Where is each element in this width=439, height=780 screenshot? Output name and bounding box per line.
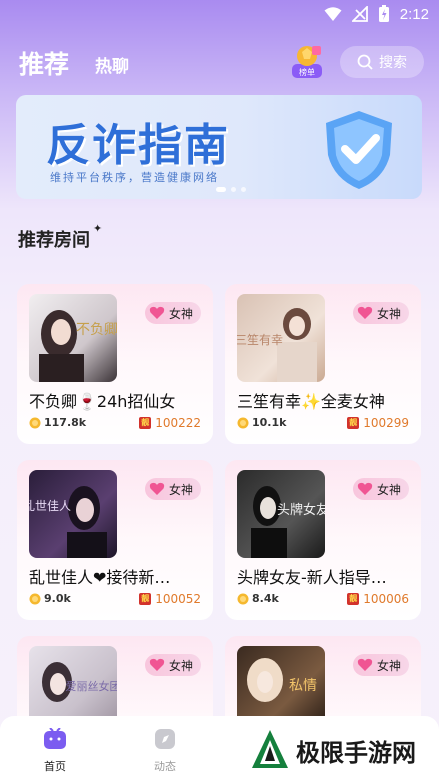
watermark-text: 极限手游网	[296, 737, 416, 767]
status-time: 2:12	[399, 5, 429, 23]
goddess-badge: 女神	[144, 654, 201, 676]
anti-fraud-banner[interactable]: 反诈指南 维持平台秩序，营造健康网络	[16, 95, 422, 199]
room-name: 头牌女友-新人指导…	[237, 568, 387, 587]
rank-badge-label: 榜单	[299, 67, 315, 77]
room-cover-image: 不负卿	[39, 310, 117, 382]
room-name: 不负卿🍷24h招仙女	[29, 392, 176, 411]
sparkle-icon: ✦	[93, 222, 103, 235]
room-heat: 117.8k	[29, 416, 86, 429]
tab-hot-chat[interactable]: 热聊	[95, 52, 129, 77]
room-cover: 头牌女友	[237, 470, 325, 558]
goddess-badge: 女神	[352, 302, 409, 324]
watermark-logo-icon	[252, 730, 288, 768]
room-card[interactable]: 三笙有幸 女神 三笙有幸✨全麦女神 10.1k 靓 100299	[225, 284, 421, 444]
heart-badge-icon	[149, 482, 165, 495]
svg-text:头牌女友: 头牌女友	[277, 502, 325, 518]
trophy-icon: 榜单	[292, 46, 322, 78]
watermark: 极限手游网	[250, 728, 416, 772]
room-cover-image: 三笙有幸	[237, 308, 317, 382]
home-tv-icon	[44, 727, 66, 749]
room-id: 靓 100299	[347, 416, 409, 430]
rank-list-button[interactable]: 榜单	[290, 44, 324, 80]
room-cover-image: 乱世佳人	[29, 486, 107, 558]
svg-text:乱世佳人: 乱世佳人	[29, 499, 71, 513]
wifi-icon	[324, 7, 342, 21]
banner-subtitle: 维持平台秩序，营造健康网络	[50, 171, 219, 184]
room-id: 靓 100052	[139, 592, 201, 606]
pretty-id-icon: 靓	[139, 593, 152, 605]
page-dot	[241, 187, 246, 192]
search-button[interactable]: 搜索	[340, 46, 424, 78]
shield-check-icon	[326, 111, 392, 189]
coin-icon	[29, 593, 41, 604]
room-name: 乱世佳人❤接待新…	[29, 568, 171, 587]
heart-badge-icon	[357, 658, 373, 671]
heart-badge-icon	[357, 306, 373, 319]
compass-icon	[155, 729, 175, 749]
room-cover: 不负卿	[29, 294, 117, 382]
heart-badge-icon	[357, 482, 373, 495]
room-card[interactable]: 不负卿 女神 不负卿🍷24h招仙女 117.8k 靓 100222	[17, 284, 213, 444]
nav-moments[interactable]: 动态	[135, 728, 195, 774]
pretty-id-icon: 靓	[139, 417, 152, 429]
pretty-id-icon: 靓	[347, 417, 360, 429]
room-card[interactable]: 乱世佳人 女神 乱世佳人❤接待新… 9.0k 靓 100052	[17, 460, 213, 620]
room-id: 靓 100006	[347, 592, 409, 606]
room-name: 三笙有幸✨全麦女神	[237, 392, 385, 411]
battery-icon	[378, 5, 389, 22]
section-title: 推荐房间	[18, 230, 90, 251]
svg-text:私情: 私情	[289, 678, 317, 694]
page-dot	[231, 187, 236, 192]
coin-icon	[237, 593, 249, 604]
search-label: 搜索	[379, 55, 407, 71]
room-cover: 乱世佳人	[29, 470, 117, 558]
pretty-id-icon: 靓	[347, 593, 360, 605]
heart-badge-icon	[149, 306, 165, 319]
room-heat: 9.0k	[29, 592, 71, 605]
room-cover-image: 头牌女友	[251, 486, 325, 558]
nav-moments-label: 动态	[154, 760, 176, 773]
status-bar: 2:12	[0, 0, 439, 30]
svg-text:不负卿: 不负卿	[76, 322, 117, 338]
search-icon	[357, 54, 373, 70]
room-heat: 8.4k	[237, 592, 279, 605]
nav-home-label: 首页	[44, 760, 66, 773]
status-icons: 2:12	[324, 5, 429, 23]
coin-icon	[237, 417, 249, 428]
page-dot	[216, 187, 226, 192]
tab-recommend[interactable]: 推荐	[19, 45, 69, 81]
coin-icon	[29, 417, 41, 428]
goddess-badge: 女神	[352, 654, 409, 676]
room-id: 靓 100222	[139, 416, 201, 430]
top-header: 推荐 热聊 榜单 搜索	[0, 40, 439, 84]
goddess-badge: 女神	[144, 302, 201, 324]
room-heat: 10.1k	[237, 416, 286, 429]
room-card[interactable]: 头牌女友 女神 头牌女友-新人指导… 8.4k 靓 100006	[225, 460, 421, 620]
goddess-badge: 女神	[144, 478, 201, 500]
heart-badge-icon	[149, 658, 165, 671]
signal-icon	[351, 6, 368, 22]
svg-text:三笙有幸: 三笙有幸	[237, 332, 283, 347]
svg-text:爱丽丝女团: 爱丽丝女团	[66, 679, 118, 693]
banner-pagination	[216, 187, 246, 192]
goddess-badge: 女神	[352, 478, 409, 500]
nav-home[interactable]: 首页	[25, 727, 85, 774]
room-cover: 三笙有幸	[237, 294, 325, 382]
banner-title: 反诈指南	[46, 120, 230, 171]
